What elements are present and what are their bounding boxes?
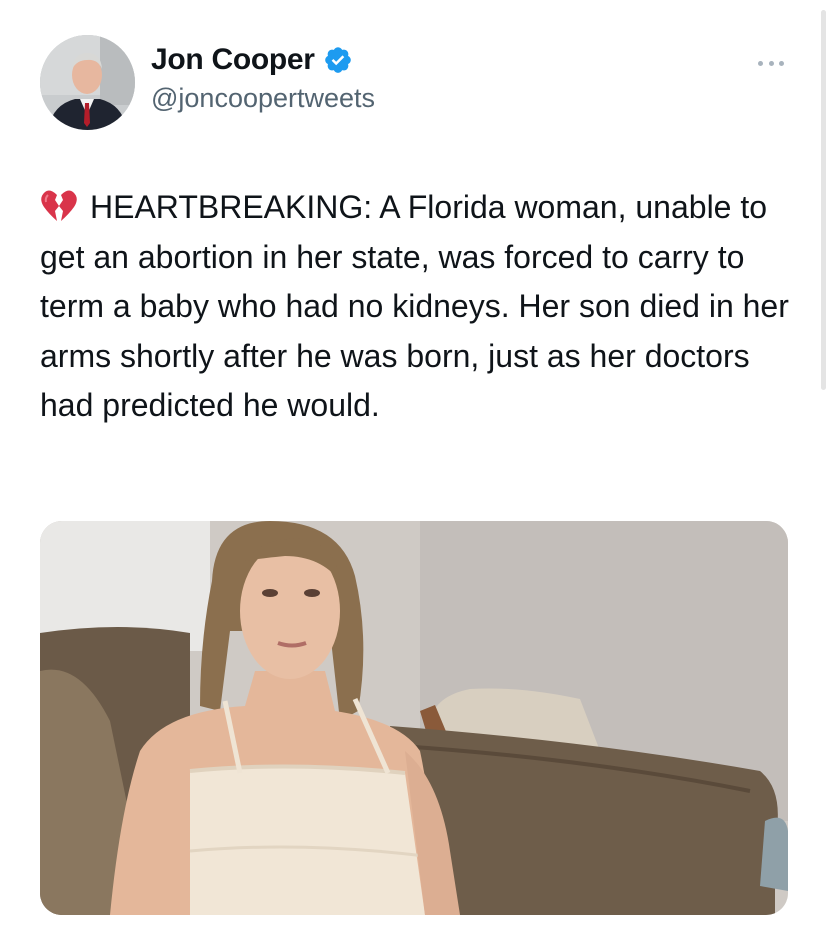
broken-heart-icon — [40, 188, 78, 222]
tweet-photo[interactable] — [40, 521, 788, 915]
more-dot-icon — [758, 60, 763, 66]
more-dot-icon — [779, 60, 784, 66]
display-name[interactable]: Jon Cooper — [151, 43, 315, 77]
name-row: Jon Cooper — [151, 43, 375, 77]
more-dot-icon — [768, 60, 774, 66]
tweet-body: HEARTBREAKING: A Florida woman, unable t… — [40, 189, 789, 423]
verified-badge-icon — [323, 45, 353, 75]
tweet-text: HEARTBREAKING: A Florida woman, unable t… — [40, 183, 800, 431]
avatar[interactable] — [40, 35, 135, 130]
more-options-button[interactable] — [758, 53, 784, 73]
user-info: Jon Cooper @joncoopertweets — [151, 43, 375, 114]
tweet-header: Jon Cooper @joncoopertweets — [40, 35, 790, 131]
handle[interactable]: @joncoopertweets — [151, 83, 375, 114]
scrollbar[interactable] — [821, 10, 826, 390]
